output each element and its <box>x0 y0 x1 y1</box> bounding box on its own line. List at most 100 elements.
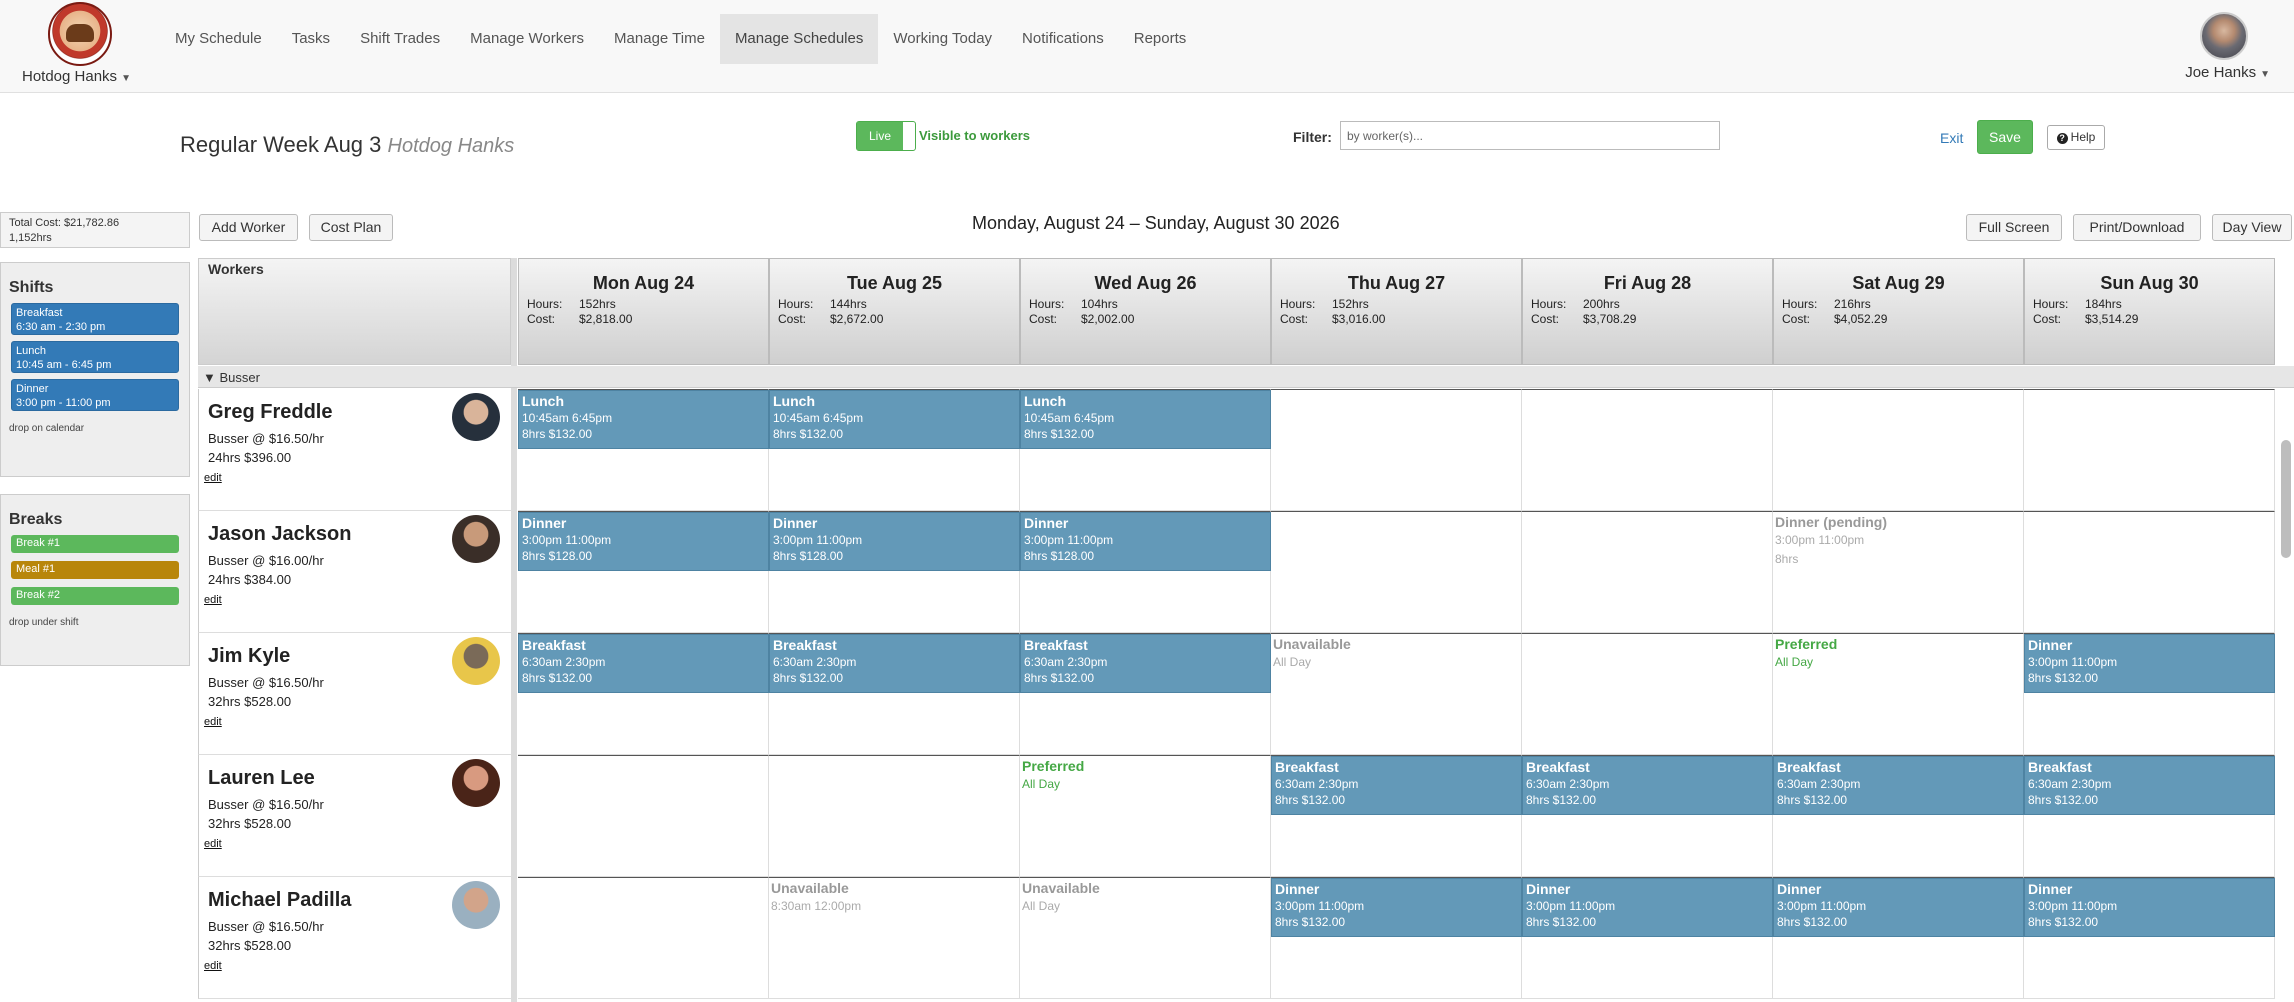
shift-block[interactable]: Breakfast 6:30am 2:30pm 8hrs $132.00 <box>1020 634 1271 693</box>
calendar-cell[interactable]: Breakfast 6:30am 2:30pm 8hrs $132.00 <box>2024 755 2275 877</box>
availability-status[interactable]: Unavailable 8:30am 12:00pm <box>771 880 861 916</box>
shift-block[interactable]: Breakfast 6:30am 2:30pm 8hrs $132.00 <box>1522 756 1773 815</box>
shift-block[interactable]: Breakfast 6:30am 2:30pm 8hrs $132.00 <box>1271 756 1522 815</box>
shift-block[interactable]: Dinner 3:00pm 11:00pm 8hrs $128.00 <box>769 512 1020 571</box>
calendar-cell[interactable]: Breakfast 6:30am 2:30pm 8hrs $132.00 <box>769 633 1020 755</box>
shift-block[interactable]: Dinner 3:00pm 11:00pm 8hrs $132.00 <box>1271 878 1522 937</box>
live-toggle[interactable]: Live <box>856 121 916 151</box>
vertical-scrollbar[interactable] <box>2281 440 2291 558</box>
calendar-cell[interactable]: Dinner 3:00pm 11:00pm 8hrs $128.00 <box>1020 511 1271 633</box>
calendar-cell[interactable]: Lunch 10:45am 6:45pm 8hrs $132.00 <box>518 389 769 511</box>
worker-edit-link[interactable]: edit <box>204 716 222 728</box>
shift-block[interactable]: Lunch 10:45am 6:45pm 8hrs $132.00 <box>518 390 769 449</box>
calendar-cell[interactable]: Breakfast 6:30am 2:30pm 8hrs $132.00 <box>1522 755 1773 877</box>
calendar-cell[interactable] <box>518 877 769 999</box>
nav-item-shift-trades[interactable]: Shift Trades <box>345 14 455 64</box>
day-header[interactable]: Fri Aug 28 Hours: 200hrs Cost: $3,708.29 <box>1522 258 1773 365</box>
calendar-cell[interactable]: Unavailable All Day <box>1020 877 1271 999</box>
break-template[interactable]: Break #2 <box>11 587 179 605</box>
exit-link[interactable]: Exit <box>1940 130 1963 146</box>
shift-block[interactable]: Breakfast 6:30am 2:30pm 8hrs $132.00 <box>769 634 1020 693</box>
availability-status[interactable]: Unavailable All Day <box>1022 880 1100 916</box>
calendar-cell[interactable]: Lunch 10:45am 6:45pm 8hrs $132.00 <box>769 389 1020 511</box>
shift-block[interactable]: Lunch 10:45am 6:45pm 8hrs $132.00 <box>1020 390 1271 449</box>
day-header[interactable]: Sat Aug 29 Hours: 216hrs Cost: $4,052.29 <box>1773 258 2024 365</box>
worker-avatar[interactable] <box>452 881 500 929</box>
calendar-cell[interactable] <box>518 755 769 877</box>
user-menu[interactable]: Joe Hanks ▼ <box>2185 64 2270 81</box>
calendar-cell[interactable] <box>1522 389 1773 511</box>
shift-block[interactable]: Dinner 3:00pm 11:00pm 8hrs $132.00 <box>2024 878 2275 937</box>
filter-input[interactable] <box>1340 121 1720 150</box>
calendar-cell[interactable]: Breakfast 6:30am 2:30pm 8hrs $132.00 <box>518 633 769 755</box>
calendar-cell[interactable]: Breakfast 6:30am 2:30pm 8hrs $132.00 <box>1271 755 1522 877</box>
worker-edit-link[interactable]: edit <box>204 594 222 606</box>
calendar-cell[interactable] <box>1271 511 1522 633</box>
group-row-busser[interactable]: ▼ Busser <box>198 366 2294 388</box>
availability-status[interactable]: Preferred All Day <box>1775 636 1837 672</box>
calendar-cell[interactable]: Dinner 3:00pm 11:00pm 8hrs $132.00 <box>2024 877 2275 999</box>
shift-block[interactable]: Breakfast 6:30am 2:30pm 8hrs $132.00 <box>1773 756 2024 815</box>
help-button[interactable]: ? Help <box>2047 125 2105 150</box>
shift-template-dinner[interactable]: Dinner 3:00 pm - 11:00 pm <box>11 379 179 411</box>
nav-item-notifications[interactable]: Notifications <box>1007 14 1119 64</box>
worker-edit-link[interactable]: edit <box>204 472 222 484</box>
calendar-cell[interactable]: Dinner 3:00pm 11:00pm 8hrs $132.00 <box>1522 877 1773 999</box>
nav-item-working-today[interactable]: Working Today <box>878 14 1007 64</box>
nav-item-manage-schedules[interactable]: Manage Schedules <box>719 14 879 64</box>
calendar-cell[interactable]: Lunch 10:45am 6:45pm 8hrs $132.00 <box>1020 389 1271 511</box>
worker-avatar[interactable] <box>452 637 500 685</box>
save-button[interactable]: Save <box>1977 120 2033 154</box>
shift-block[interactable]: Lunch 10:45am 6:45pm 8hrs $132.00 <box>769 390 1020 449</box>
calendar-cell[interactable]: Dinner 3:00pm 11:00pm 8hrs $132.00 <box>2024 633 2275 755</box>
user-avatar[interactable] <box>2200 12 2248 60</box>
shift-block[interactable]: Dinner 3:00pm 11:00pm 8hrs $132.00 <box>1773 878 2024 937</box>
shift-block[interactable]: Breakfast 6:30am 2:30pm 8hrs $132.00 <box>2024 756 2275 815</box>
calendar-cell[interactable] <box>1522 511 1773 633</box>
location-dropdown[interactable]: Hotdog Hanks ▼ <box>22 68 131 85</box>
availability-status[interactable]: Unavailable All Day <box>1273 636 1351 672</box>
calendar-cell[interactable]: Preferred All Day <box>1773 633 2024 755</box>
availability-status[interactable]: Dinner (pending) 3:00pm 11:00pm 8hrs <box>1775 514 1887 569</box>
calendar-cell[interactable]: Unavailable All Day <box>1271 633 1522 755</box>
calendar-cell[interactable] <box>2024 511 2275 633</box>
print-download-button[interactable]: Print/Download <box>2073 214 2201 241</box>
day-header[interactable]: Sun Aug 30 Hours: 184hrs Cost: $3,514.29 <box>2024 258 2275 365</box>
calendar-cell[interactable] <box>2024 389 2275 511</box>
day-header[interactable]: Wed Aug 26 Hours: 104hrs Cost: $2,002.00 <box>1020 258 1271 365</box>
calendar-cell[interactable]: Breakfast 6:30am 2:30pm 8hrs $132.00 <box>1773 755 2024 877</box>
calendar-cell[interactable] <box>769 755 1020 877</box>
availability-status[interactable]: Preferred All Day <box>1022 758 1084 794</box>
break-template[interactable]: Break #1 <box>11 535 179 553</box>
calendar-cell[interactable]: Preferred All Day <box>1020 755 1271 877</box>
calendar-cell[interactable] <box>1271 389 1522 511</box>
nav-item-reports[interactable]: Reports <box>1119 14 1202 64</box>
worker-edit-link[interactable]: edit <box>204 960 222 972</box>
nav-item-manage-time[interactable]: Manage Time <box>599 14 720 64</box>
worker-avatar[interactable] <box>452 759 500 807</box>
worker-avatar[interactable] <box>452 515 500 563</box>
day-header[interactable]: Mon Aug 24 Hours: 152hrs Cost: $2,818.00 <box>518 258 769 365</box>
calendar-cell[interactable]: Breakfast 6:30am 2:30pm 8hrs $132.00 <box>1020 633 1271 755</box>
nav-item-manage-workers[interactable]: Manage Workers <box>455 14 599 64</box>
calendar-cell[interactable] <box>1522 633 1773 755</box>
calendar-cell[interactable]: Dinner 3:00pm 11:00pm 8hrs $132.00 <box>1773 877 2024 999</box>
nav-item-my-schedule[interactable]: My Schedule <box>160 14 277 64</box>
shift-template-lunch[interactable]: Lunch 10:45 am - 6:45 pm <box>11 341 179 373</box>
brand-logo[interactable] <box>48 2 112 66</box>
shift-template-breakfast[interactable]: Breakfast 6:30 am - 2:30 pm <box>11 303 179 335</box>
nav-item-tasks[interactable]: Tasks <box>277 14 345 64</box>
calendar-cell[interactable]: Unavailable 8:30am 12:00pm <box>769 877 1020 999</box>
shift-block[interactable]: Dinner 3:00pm 11:00pm 8hrs $128.00 <box>1020 512 1271 571</box>
calendar-cell[interactable] <box>1773 389 2024 511</box>
day-header[interactable]: Thu Aug 27 Hours: 152hrs Cost: $3,016.00 <box>1271 258 1522 365</box>
worker-edit-link[interactable]: edit <box>204 838 222 850</box>
shift-block[interactable]: Dinner 3:00pm 11:00pm 8hrs $132.00 <box>1522 878 1773 937</box>
break-template[interactable]: Meal #1 <box>11 561 179 579</box>
shift-block[interactable]: Dinner 3:00pm 11:00pm 8hrs $132.00 <box>2024 634 2275 693</box>
cost-plan-button[interactable]: Cost Plan <box>309 214 393 241</box>
calendar-cell[interactable]: Dinner 3:00pm 11:00pm 8hrs $132.00 <box>1271 877 1522 999</box>
add-worker-button[interactable]: Add Worker <box>199 214 298 241</box>
full-screen-button[interactable]: Full Screen <box>1966 214 2062 241</box>
shift-block[interactable]: Breakfast 6:30am 2:30pm 8hrs $132.00 <box>518 634 769 693</box>
